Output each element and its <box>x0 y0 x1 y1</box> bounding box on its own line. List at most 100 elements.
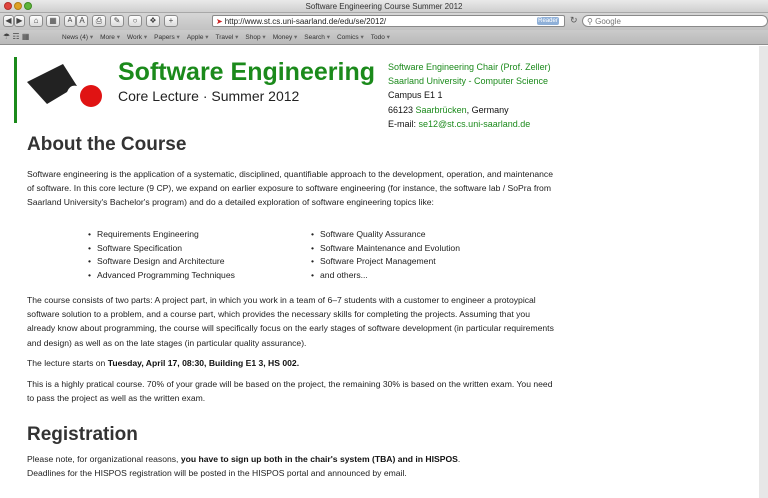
pencil-icon: ✎ <box>113 16 121 25</box>
chevron-down-icon: ▾ <box>324 34 330 41</box>
registration-note-prefix: Please note, for organizational reasons, <box>27 454 181 464</box>
reader-button[interactable]: Reader <box>537 17 559 25</box>
topic-item: Software Specification <box>88 242 235 256</box>
add-bookmark-button[interactable]: + <box>164 15 178 27</box>
topics-list-left: Requirements EngineeringSoftware Specifi… <box>88 228 235 282</box>
chevron-down-icon: ▾ <box>358 34 364 41</box>
registration-deadline: Deadlines for the HISPOS registration wi… <box>27 468 407 479</box>
bookmark-label: Search <box>304 34 325 41</box>
university-link[interactable]: Saarland University - Computer Science <box>388 74 551 88</box>
top-sites-grid-icon[interactable]: ▦ <box>22 32 30 41</box>
top-sites-button[interactable]: ▦ <box>46 15 60 27</box>
reading-list-icon[interactable]: ☂ <box>3 32 10 41</box>
bookmarks-book-icon[interactable]: ☶ <box>12 32 19 41</box>
forward-arrow-icon: ▶ <box>16 16 23 25</box>
page-subtitle: Core Lecture · Summer 2012 <box>118 88 300 104</box>
page-title: Software Engineering <box>118 58 375 86</box>
url-text: http://www.st.cs.uni-saarland.de/edu/se/… <box>224 17 387 26</box>
search-icon: ⚲ <box>587 17 593 26</box>
grading-paragraph: This is a highly pratical course. 70% of… <box>27 379 553 404</box>
address-line: 66123 Saarbrücken, Germany <box>388 103 551 117</box>
bookmark-tools: ☂ ☶ ▦ <box>3 32 29 41</box>
extension-button[interactable]: ❖ <box>146 15 160 27</box>
bookmark-label: Shop <box>245 34 261 41</box>
registration-note: Please note, for organizational reasons,… <box>27 452 554 480</box>
font-smaller-button[interactable]: A <box>64 15 76 27</box>
bookmark-folder[interactable]: News (4) ▾ <box>62 30 93 45</box>
bookmarks-bar: ☂ ☶ ▦ News (4) ▾ More ▾ Work ▾ Papers ▾ Appl… <box>0 30 768 45</box>
bookmark-label: Comics <box>336 34 359 41</box>
bookmark-label: Apple <box>186 34 204 41</box>
grid-icon: ▦ <box>49 16 57 25</box>
country: , Germany <box>466 104 509 115</box>
page-content: Software Engineering Core Lecture · Summ… <box>0 46 768 498</box>
email-label: E-mail: <box>388 118 417 129</box>
registration-note-bold: you have to sign up both in the chair's … <box>180 454 458 464</box>
campus-text: Campus E1 1 <box>388 90 443 101</box>
font-larger-button[interactable]: A <box>76 15 88 27</box>
topic-item: Software Quality Assurance <box>311 228 460 242</box>
edit-button[interactable]: ✎ <box>110 15 124 27</box>
course-parts-paragraph: The course consists of two parts: A proj… <box>27 295 554 348</box>
chevron-down-icon: ▾ <box>174 34 180 41</box>
chair-link[interactable]: Software Engineering Chair (Prof. Zeller… <box>388 60 551 74</box>
site-icon: ➤ <box>216 17 223 26</box>
city-link[interactable]: Saarbrücken <box>416 105 467 115</box>
bookmark-folder[interactable]: Apple ▾ <box>187 30 209 45</box>
chat-button[interactable]: ○ <box>128 15 142 27</box>
back-arrow-icon: ◀ <box>5 16 12 25</box>
back-button[interactable]: ◀ <box>3 15 14 27</box>
topic-item: and others... <box>311 269 460 283</box>
bookmark-folder[interactable]: Search ▾ <box>304 30 330 45</box>
topic-item: Software Project Management <box>311 255 460 269</box>
bookmark-folder[interactable]: Money ▾ <box>273 30 298 45</box>
forward-button[interactable]: ▶ <box>14 15 25 27</box>
bookmark-folder[interactable]: More ▾ <box>100 30 120 45</box>
topic-item: Software Design and Architecture <box>88 255 235 269</box>
browser-window: Software Engineering Course Summer 2012 … <box>0 0 768 498</box>
topic-item: Requirements Engineering <box>88 228 235 242</box>
contact-info: Software Engineering Chair (Prof. Zeller… <box>388 60 551 131</box>
search-input[interactable]: ⚲ Google <box>582 15 768 27</box>
bookmark-folder[interactable]: Work ▾ <box>127 30 147 45</box>
search-placeholder: Google <box>595 17 621 26</box>
bookmark-folder[interactable]: Todo ▾ <box>371 30 390 45</box>
topics-list-right: Software Quality AssuranceSoftware Maint… <box>311 228 460 282</box>
home-button[interactable]: ⌂ <box>29 15 43 27</box>
about-heading: About the Course <box>27 134 187 155</box>
email-link[interactable]: se12@st.cs.uni-saarland.de <box>419 119 531 129</box>
about-intro: Software engineering is the application … <box>27 169 553 208</box>
bookmark-folder[interactable]: Travel ▾ <box>216 30 239 45</box>
accent-bar <box>14 57 17 123</box>
printer-icon: ⎙ <box>95 16 103 25</box>
chevron-down-icon: ▾ <box>114 34 120 41</box>
chevron-down-icon: ▾ <box>88 34 94 41</box>
topic-item: Software Maintenance and Evolution <box>311 242 460 256</box>
puzzle-icon: ❖ <box>149 16 157 25</box>
bookmark-folders: News (4) ▾ More ▾ Work ▾ Papers ▾ Apple ▾ Tra… <box>62 30 397 45</box>
chevron-down-icon: ▾ <box>292 34 298 41</box>
print-button[interactable]: ⎙ <box>92 15 106 27</box>
bookmark-label: News (4) <box>62 34 89 41</box>
chevron-down-icon: ▾ <box>203 34 209 41</box>
chevron-down-icon: ▾ <box>142 34 148 41</box>
bookmark-folder[interactable]: Comics ▾ <box>337 30 364 45</box>
bookmark-folder[interactable]: Shop ▾ <box>245 30 265 45</box>
bookmark-label: Money <box>272 34 293 41</box>
home-icon: ⌂ <box>33 16 39 25</box>
bookmark-folder[interactable]: Papers ▾ <box>154 30 180 45</box>
reload-icon[interactable]: ↻ <box>570 15 578 26</box>
title-bar: Software Engineering Course Summer 2012 <box>0 0 768 13</box>
registration-heading: Registration <box>27 424 138 445</box>
registration-note-suffix: . <box>457 454 461 464</box>
speech-bubble-icon: ○ <box>132 16 138 25</box>
course-logo <box>27 64 102 107</box>
chevron-down-icon: ▾ <box>260 34 266 41</box>
bookmark-label: Work <box>126 34 143 41</box>
lecture-start-details: Tuesday, April 17, 08:30, Building E1 3,… <box>107 358 300 368</box>
lecture-start-paragraph: The lecture starts on Tuesday, April 17,… <box>27 356 554 370</box>
browser-toolbar: ◀ ▶ ⌂ ▦ A A ⎙ ✎ ○ ❖ + ➤ http://www.st.cs.… <box>0 13 768 30</box>
bookmark-label: Travel <box>215 34 234 41</box>
address-bar[interactable]: ➤ http://www.st.cs.uni-saarland.de/edu/se… <box>212 15 565 27</box>
topic-item: Advanced Programming Techniques <box>88 269 235 283</box>
